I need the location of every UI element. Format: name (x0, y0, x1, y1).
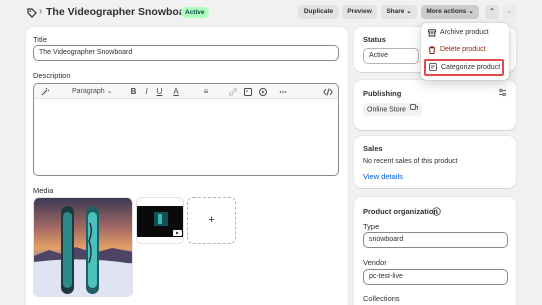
page-title: The Videographer Snowboard (46, 6, 196, 18)
link-icon[interactable] (228, 86, 238, 97)
status-badge: Active (181, 7, 209, 18)
delete-product-menu-item[interactable]: Delete product (426, 43, 504, 57)
vendor-input[interactable]: pc-test-live (363, 269, 508, 285)
trash-icon (428, 46, 436, 54)
type-label: Type (363, 222, 380, 231)
archive-product-label: Archive product (440, 29, 489, 36)
sales-text: No recent sales of this product (363, 158, 458, 165)
delete-product-label: Delete product (440, 46, 486, 53)
breadcrumb-chevron-icon: › (39, 6, 43, 17)
status-label: Status (363, 35, 386, 44)
more-actions-button[interactable]: More actions ⌄ (421, 5, 479, 19)
title-input[interactable]: The Videographer Snowboard (33, 45, 339, 61)
product-tag-icon (27, 8, 37, 18)
view-details-link[interactable]: View details (363, 172, 403, 181)
collections-label: Collections (363, 294, 400, 303)
more-formatting-icon[interactable] (278, 86, 288, 97)
title-label: Title (33, 35, 47, 44)
underline-button[interactable]: U (155, 86, 164, 97)
archive-icon (428, 29, 436, 37)
duplicate-button[interactable]: Duplicate (298, 5, 339, 19)
description-label: Description (33, 71, 71, 80)
channel-status-icon (409, 103, 418, 116)
media-label: Media (33, 186, 54, 195)
align-button[interactable]: ≡ (200, 86, 212, 97)
magic-icon[interactable] (38, 86, 52, 97)
italic-button[interactable]: I (142, 86, 151, 97)
settings-sliders-icon[interactable] (498, 88, 508, 98)
preview-button[interactable]: Preview (342, 5, 377, 19)
archive-product-menu-item[interactable]: Archive product (426, 26, 504, 40)
status-select[interactable]: Active (363, 48, 419, 64)
paragraph-select[interactable]: Paragraph ⌄ (72, 86, 118, 97)
share-button[interactable]: Share ⌄ (381, 5, 417, 19)
text-color-button[interactable]: A (170, 86, 182, 97)
online-store-label: Online Store (367, 106, 406, 114)
image-icon[interactable] (243, 86, 253, 97)
previous-product-button[interactable]: ⌃ (485, 5, 499, 19)
next-product-button[interactable]: ⌄ (502, 5, 516, 19)
snowboard-product-image[interactable] (33, 197, 133, 297)
product-organization-label: Product organization (363, 207, 438, 216)
publishing-label: Publishing (363, 89, 402, 98)
sales-label: Sales (363, 144, 383, 153)
video-icon[interactable] (258, 86, 268, 97)
type-input[interactable]: snowboard (363, 232, 508, 248)
code-view-icon[interactable] (322, 86, 334, 97)
categorize-product-menu-item[interactable]: Categorize product (424, 59, 504, 76)
product-video-thumbnail[interactable] (136, 197, 184, 244)
add-media-button[interactable]: + (187, 197, 236, 244)
online-store-channel[interactable]: Online Store (363, 103, 422, 116)
bold-button[interactable]: B (129, 86, 138, 97)
categorize-icon (429, 63, 437, 71)
categorize-product-label: Categorize product (441, 64, 501, 71)
vendor-label: Vendor (363, 258, 387, 267)
info-icon[interactable] (432, 207, 441, 216)
